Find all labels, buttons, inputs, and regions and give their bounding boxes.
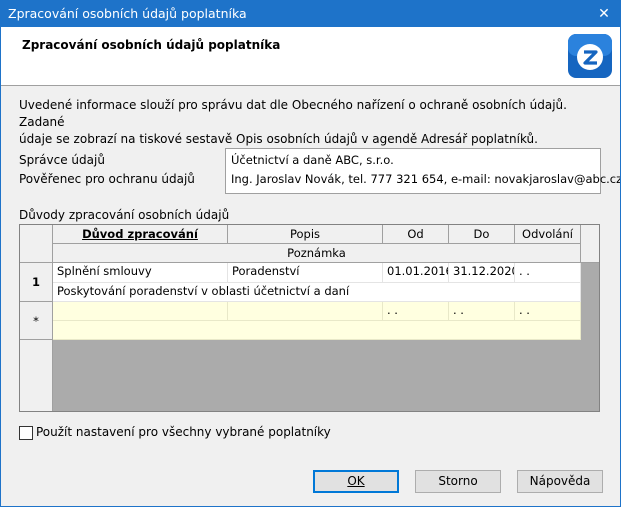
controller-info-box: Účetnictví a daně ABC, s.r.o. Ing. Jaros… — [225, 148, 620, 194]
cell-od[interactable]: 01.01.2016 — [383, 263, 449, 283]
info-text: Uvedené informace slouží pro správu dat … — [19, 97, 609, 148]
reasons-grid[interactable]: Důvod zpracování Popis Od Do Odvolání Po… — [19, 224, 600, 412]
cell-duvod[interactable]: Splnění smlouvy — [53, 263, 228, 283]
cell-odvolani[interactable]: . . — [515, 263, 581, 283]
grid-corner — [20, 225, 53, 263]
zeta-logo-icon — [568, 34, 612, 78]
dialog-header: Zpracování osobních údajů poplatníka — [1, 27, 620, 86]
poverenec-label: Pověřenec pro ochranu údajů — [19, 172, 195, 186]
ok-button-label: OK — [347, 474, 365, 488]
info-line-1: Uvedené informace slouží pro správu dat … — [19, 98, 567, 129]
row-number[interactable]: 1 — [20, 263, 53, 302]
new-cell-popis[interactable] — [228, 302, 383, 321]
column-header-od[interactable]: Od — [383, 225, 449, 244]
spravce-label: Správce údajů — [19, 153, 105, 167]
column-header-duvod[interactable]: Důvod zpracování — [53, 225, 228, 244]
new-cell-poznamka[interactable] — [53, 321, 581, 340]
dialog-window: Zpracování osobních údajů poplatníka ✕ Z… — [0, 0, 621, 507]
ok-button[interactable]: OK — [313, 470, 399, 493]
column-header-popis[interactable]: Popis — [228, 225, 383, 244]
row-header-empty — [20, 340, 53, 411]
storno-button[interactable]: Storno — [415, 470, 501, 493]
cell-poznamka[interactable]: Poskytování poradenství v oblasti účetni… — [53, 283, 581, 302]
column-header-do[interactable]: Do — [449, 225, 515, 244]
grid-header-filler — [581, 225, 599, 263]
apply-all-label[interactable]: Použít nastavení pro všechny vybrané pop… — [36, 425, 331, 439]
column-header-odvolani[interactable]: Odvolání — [515, 225, 581, 244]
cell-do[interactable]: 31.12.2020 — [449, 263, 515, 283]
new-cell-odvolani[interactable]: . . — [515, 302, 581, 321]
napoveda-button[interactable]: Nápověda — [517, 470, 603, 493]
close-icon[interactable]: ✕ — [588, 1, 620, 27]
poverenec-value: Ing. Jaroslav Novák, tel. 777 321 654, e… — [231, 172, 621, 186]
new-cell-do[interactable]: . . — [449, 302, 515, 321]
new-cell-duvod[interactable] — [53, 302, 228, 321]
cell-popis[interactable]: Poradenství — [228, 263, 383, 283]
apply-all-checkbox[interactable] — [19, 426, 33, 440]
new-row-marker[interactable]: * — [20, 302, 53, 340]
title-bar[interactable]: Zpracování osobních údajů poplatníka ✕ — [1, 1, 620, 27]
new-cell-od[interactable]: . . — [383, 302, 449, 321]
window-title: Zpracování osobních údajů poplatníka — [8, 6, 247, 21]
header-title: Zpracování osobních údajů poplatníka — [22, 38, 281, 52]
column-header-poznamka[interactable]: Poznámka — [53, 244, 581, 263]
grid-label: Důvody zpracování osobních údajů — [19, 208, 230, 222]
spravce-value: Účetnictví a daně ABC, s.r.o. — [231, 153, 394, 167]
info-line-2: údaje se zobrazí na tiskové sestavě Opis… — [19, 132, 538, 146]
